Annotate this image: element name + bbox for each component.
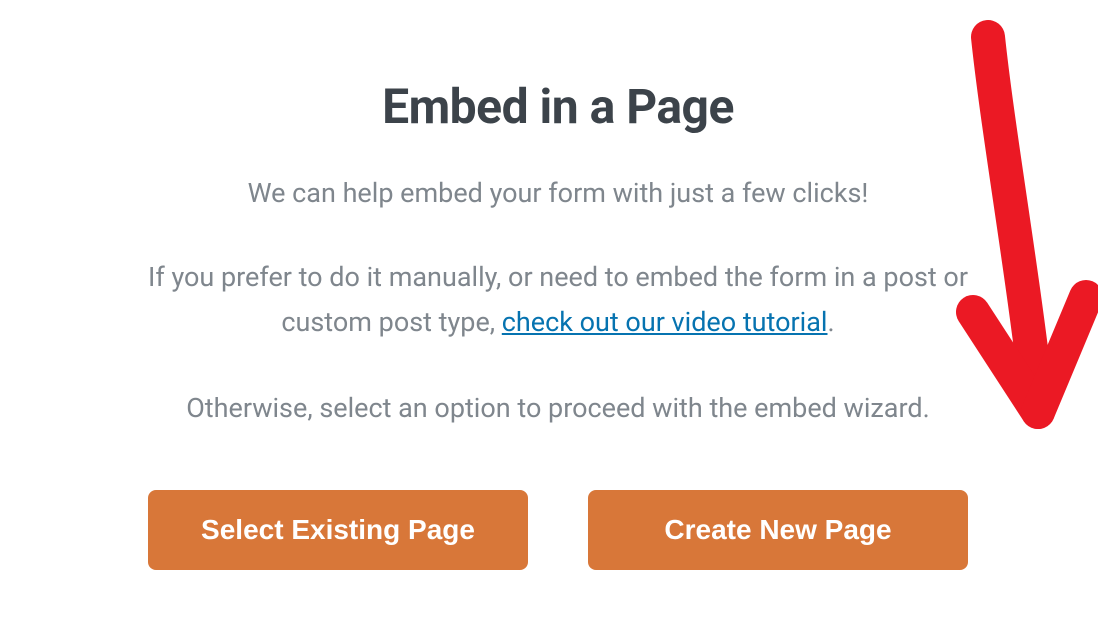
embed-modal: Embed in a Page We can help embed your f… [123,78,993,570]
modal-title: Embed in a Page [123,78,993,135]
video-tutorial-link[interactable]: check out our video tutorial [502,306,828,338]
create-new-page-button[interactable]: Create New Page [588,490,968,570]
paragraph-suffix: . [828,306,835,338]
button-row: Select Existing Page Create New Page [123,490,993,570]
modal-paragraph: If you prefer to do it manually, or need… [123,255,993,344]
modal-subtitle: We can help embed your form with just a … [123,175,993,211]
modal-paragraph-2: Otherwise, select an option to proceed w… [123,389,993,428]
select-existing-page-button[interactable]: Select Existing Page [148,490,528,570]
